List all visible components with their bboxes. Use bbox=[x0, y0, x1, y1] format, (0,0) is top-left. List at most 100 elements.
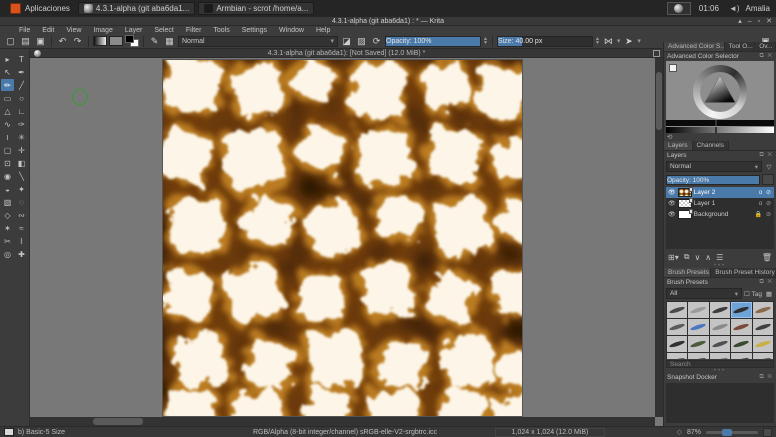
new-document-icon[interactable]: ▢ bbox=[4, 35, 17, 48]
lightness-marker[interactable] bbox=[715, 120, 717, 126]
zoom-slider[interactable] bbox=[706, 431, 758, 434]
menu-file[interactable]: File bbox=[14, 27, 35, 34]
menu-view[interactable]: View bbox=[61, 27, 86, 34]
freehand-select-tool-icon[interactable]: ∾ bbox=[15, 209, 28, 221]
brush-preset-8[interactable] bbox=[731, 319, 751, 335]
selection-mode-icon[interactable]: ◇ bbox=[677, 428, 682, 436]
docker-float-close-icons[interactable]: ⧉ ✕ bbox=[759, 53, 773, 60]
layer-visibility-icon[interactable]: 👁 bbox=[668, 189, 676, 196]
brush-filter-select[interactable]: All ▾ bbox=[666, 288, 742, 299]
color-selector-header[interactable]: Advanced Color Selector ⧉ ✕ bbox=[664, 52, 776, 61]
vertical-scrollbar[interactable] bbox=[655, 58, 663, 417]
layer-row-layer-2[interactable]: 👁Layer 2α ⊘ bbox=[666, 187, 774, 198]
layer-thumbnail[interactable] bbox=[678, 199, 692, 208]
chevron-down-icon[interactable]: ▾ bbox=[637, 37, 641, 45]
brush-preset-4[interactable] bbox=[753, 302, 773, 318]
menu-settings[interactable]: Settings bbox=[237, 27, 272, 34]
pattern-chooser-button[interactable] bbox=[109, 36, 123, 46]
layer-name[interactable]: Layer 1 bbox=[694, 200, 757, 207]
brush-preset-6[interactable] bbox=[688, 319, 708, 335]
layer-blending-mode-select[interactable]: Normal ▾ bbox=[666, 161, 762, 172]
menu-edit[interactable]: Edit bbox=[37, 27, 59, 34]
redo-icon[interactable]: ↷ bbox=[71, 35, 84, 48]
color-ring[interactable] bbox=[693, 65, 747, 119]
gradient-tool-icon[interactable]: ◧ bbox=[15, 157, 28, 169]
move-tool-icon[interactable]: ✛ bbox=[15, 144, 28, 156]
zoom-slider-knob[interactable] bbox=[722, 429, 732, 436]
brush-preset-18[interactable] bbox=[731, 353, 751, 359]
docker-float-close-icons[interactable]: ⧉ ✕ bbox=[759, 279, 773, 286]
layers-header[interactable]: Layers ⧉ ✕ bbox=[664, 151, 776, 160]
subwindow-maximize-icon[interactable] bbox=[653, 50, 660, 57]
calligraphy-tool-icon[interactable]: ✒ bbox=[15, 66, 28, 78]
snapshot-list[interactable] bbox=[666, 383, 774, 423]
maximize-button[interactable]: ▫ bbox=[758, 17, 760, 26]
ellipse-select-tool-icon[interactable]: ◌ bbox=[15, 196, 28, 208]
mirror-horizontal-icon[interactable]: ⋈ bbox=[602, 35, 615, 48]
layer-name[interactable]: Background bbox=[694, 211, 753, 218]
layer-row-background[interactable]: 👁Background🔒 ⊘ bbox=[666, 209, 774, 220]
horizontal-scrollbar-thumb[interactable] bbox=[93, 418, 143, 425]
applications-menu-button[interactable]: Aplicaciones bbox=[6, 2, 74, 15]
gradient-chooser-button[interactable] bbox=[93, 36, 107, 46]
freehand-brush-tool-icon[interactable]: ✏ bbox=[1, 79, 14, 91]
brush-preset-10[interactable] bbox=[667, 336, 687, 352]
edit-shapes-tool-icon[interactable]: ↖ bbox=[1, 66, 14, 78]
similar-select-tool-icon[interactable]: ≈ bbox=[15, 222, 28, 234]
tab-brush-preset-history[interactable]: Brush Preset History bbox=[711, 268, 776, 277]
transform-tool-icon[interactable]: ▢ bbox=[1, 144, 14, 156]
add-layer-button[interactable]: ⊞▾ bbox=[668, 253, 679, 262]
canvas-viewport[interactable] bbox=[30, 58, 655, 417]
brush-preset-0[interactable] bbox=[667, 302, 687, 318]
select-shapes-tool-icon[interactable]: ▸ bbox=[1, 53, 14, 65]
document-titlebar[interactable]: 4.3.1-alpha (git aba6da1): [Not Saved] (… bbox=[30, 49, 663, 58]
preserve-alpha-icon[interactable]: ▨ bbox=[355, 35, 368, 48]
brush-preset-9[interactable] bbox=[753, 319, 773, 335]
menu-image[interactable]: Image bbox=[88, 27, 117, 34]
foreground-background-colors[interactable] bbox=[125, 35, 139, 47]
user-menu[interactable]: Amalia bbox=[746, 4, 770, 13]
volume-icon[interactable]: ◄) bbox=[727, 4, 742, 13]
refresh-icon[interactable]: ⟲ bbox=[667, 133, 672, 141]
move-layer-down-button[interactable]: ∨ bbox=[694, 253, 700, 262]
brush-preset-2[interactable] bbox=[710, 302, 730, 318]
lightness-bar[interactable] bbox=[666, 120, 774, 126]
mirror-vertical-icon[interactable]: ➤ bbox=[622, 35, 635, 48]
duplicate-layer-button[interactable]: ⧉ bbox=[684, 252, 690, 262]
layer-opacity-slider[interactable]: Opacity: 100% bbox=[666, 175, 760, 185]
tab-advanced-color-selector[interactable]: Advanced Color S... bbox=[664, 42, 725, 51]
menu-help[interactable]: Help bbox=[311, 27, 335, 34]
snapshot-header[interactable]: Snapshot Docker ⧉ ✕ bbox=[664, 373, 776, 382]
text-tool-icon[interactable]: T bbox=[15, 53, 28, 65]
undo-icon[interactable]: ↶ bbox=[56, 35, 69, 48]
rectangle-tool-icon[interactable]: ▭ bbox=[1, 92, 14, 104]
saturation-triangle[interactable] bbox=[701, 73, 739, 111]
tag-checkbox[interactable]: ☐ Tag bbox=[744, 290, 762, 298]
tab-tool-options[interactable]: Tool O... bbox=[725, 42, 756, 51]
bezier-select-tool-icon[interactable]: ✂ bbox=[1, 235, 14, 247]
menu-layer[interactable]: Layer bbox=[120, 27, 148, 34]
color-sampler-tool-icon[interactable]: ◉ bbox=[1, 170, 14, 182]
current-brush-icon[interactable] bbox=[4, 428, 14, 436]
assistants-tool-icon[interactable]: ✦ bbox=[15, 183, 28, 195]
layer-properties-button[interactable]: ☰ bbox=[716, 253, 723, 262]
brush-preset-7[interactable] bbox=[710, 319, 730, 335]
layer-thumbnail[interactable] bbox=[678, 188, 692, 197]
canvas-image[interactable] bbox=[163, 60, 522, 416]
horizontal-scrollbar[interactable] bbox=[30, 417, 655, 426]
contiguous-select-tool-icon[interactable]: ✶ bbox=[1, 222, 14, 234]
brush-search-input[interactable]: Search bbox=[666, 360, 774, 368]
value-bar[interactable] bbox=[666, 127, 774, 133]
size-slider[interactable]: Size: 40.00 px bbox=[497, 36, 593, 47]
menu-filter[interactable]: Filter bbox=[181, 27, 207, 34]
opacity-spinner[interactable]: ▲▼ bbox=[483, 37, 488, 45]
brush-preset-12[interactable] bbox=[710, 336, 730, 352]
brush-preset-11[interactable] bbox=[688, 336, 708, 352]
polygonal-select-tool-icon[interactable]: ◇ bbox=[1, 209, 14, 221]
brush-preset-16[interactable] bbox=[688, 353, 708, 359]
reload-preset-icon[interactable]: ⟳ bbox=[370, 35, 383, 48]
layer-style-button[interactable] bbox=[762, 174, 774, 185]
docker-float-close-icons[interactable]: ⧉ ✕ bbox=[759, 374, 773, 381]
zoom-reset-button[interactable] bbox=[763, 428, 772, 437]
system-tray[interactable] bbox=[667, 2, 691, 15]
